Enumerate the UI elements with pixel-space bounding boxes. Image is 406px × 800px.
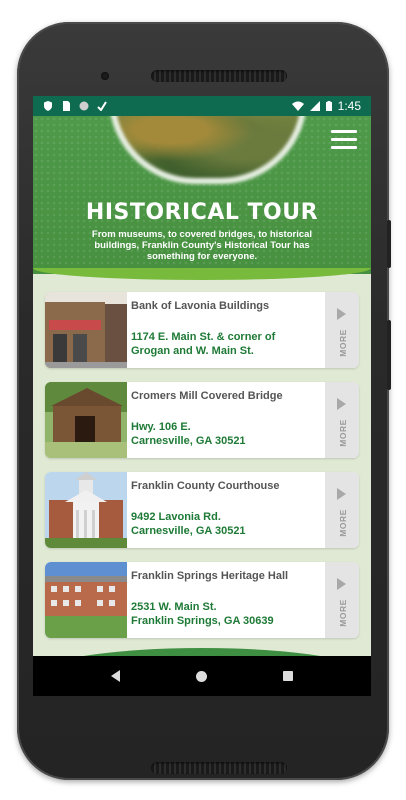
- tour-address: Hwy. 106 E. Carnesville, GA 30521: [131, 421, 246, 447]
- page-subtitle: From museums, to covered bridges, to his…: [91, 229, 313, 262]
- circle-icon: [79, 101, 89, 111]
- more-button[interactable]: MORE: [325, 292, 359, 368]
- more-label: MORE: [338, 329, 348, 357]
- back-icon[interactable]: [111, 670, 120, 682]
- clock: 1:45: [337, 99, 361, 113]
- bottom-speaker: [151, 762, 287, 774]
- play-arrow-icon: [337, 308, 346, 320]
- play-arrow-icon: [337, 488, 346, 500]
- recent-apps-icon[interactable]: [283, 671, 293, 681]
- wifi-icon: [291, 101, 304, 111]
- heritage-hall-photo: [45, 562, 127, 638]
- play-arrow-icon: [337, 578, 346, 590]
- tour-address: 9492 Lavonia Rd. Carnesville, GA 30521: [131, 511, 246, 537]
- volume-button[interactable]: [387, 320, 391, 390]
- app-content: HISTORICAL TOUR From museums, to covered…: [33, 116, 371, 656]
- power-button[interactable]: [387, 220, 391, 268]
- screen: 1:45 HISTORICAL TOUR From museums, to co…: [33, 96, 371, 696]
- more-label: MORE: [338, 419, 348, 447]
- footer-band: [33, 648, 371, 656]
- battery-icon: [325, 101, 332, 111]
- tour-card-cromers-mill[interactable]: Cromers Mill Covered Bridge Hwy. 106 E. …: [45, 382, 359, 458]
- tour-card-bank-of-lavonia[interactable]: Bank of Lavonia Buildings 1174 E. Main S…: [45, 292, 359, 368]
- header: HISTORICAL TOUR From museums, to covered…: [33, 116, 371, 274]
- android-nav-bar: [33, 656, 371, 696]
- download-check-icon: [97, 101, 107, 111]
- more-button[interactable]: MORE: [325, 472, 359, 548]
- sim-card-icon: [63, 101, 70, 111]
- shield-icon: [44, 101, 52, 111]
- front-camera: [101, 72, 109, 80]
- more-label: MORE: [338, 599, 348, 627]
- tour-title: Franklin County Courthouse: [131, 480, 280, 492]
- courthouse-photo: [45, 472, 127, 548]
- hero-image: [109, 116, 307, 184]
- tour-card-heritage-hall[interactable]: Franklin Springs Heritage Hall 2531 W. M…: [45, 562, 359, 638]
- home-icon[interactable]: [196, 670, 207, 682]
- more-label: MORE: [338, 509, 348, 537]
- more-button[interactable]: MORE: [325, 382, 359, 458]
- play-arrow-icon: [337, 398, 346, 410]
- header-divider: [33, 268, 371, 280]
- hamburger-menu-icon[interactable]: [331, 128, 357, 152]
- tour-title: Franklin Springs Heritage Hall: [131, 570, 289, 582]
- signal-icon: [309, 101, 320, 111]
- more-button[interactable]: MORE: [325, 562, 359, 638]
- page-title: HISTORICAL TOUR: [85, 200, 319, 225]
- status-bar: 1:45: [33, 96, 371, 116]
- tour-address: 1174 E. Main St. & corner of Grogan and …: [131, 331, 276, 357]
- tour-title: Cromers Mill Covered Bridge: [131, 390, 283, 402]
- tour-address: 2531 W. Main St. Franklin Springs, GA 30…: [131, 601, 274, 627]
- tour-title: Bank of Lavonia Buildings: [131, 300, 270, 312]
- tour-card-courthouse[interactable]: Franklin County Courthouse 9492 Lavonia …: [45, 472, 359, 548]
- covered-bridge-photo: [45, 382, 127, 458]
- bank-of-lavonia-photo: [45, 292, 127, 368]
- earpiece-speaker: [151, 70, 287, 82]
